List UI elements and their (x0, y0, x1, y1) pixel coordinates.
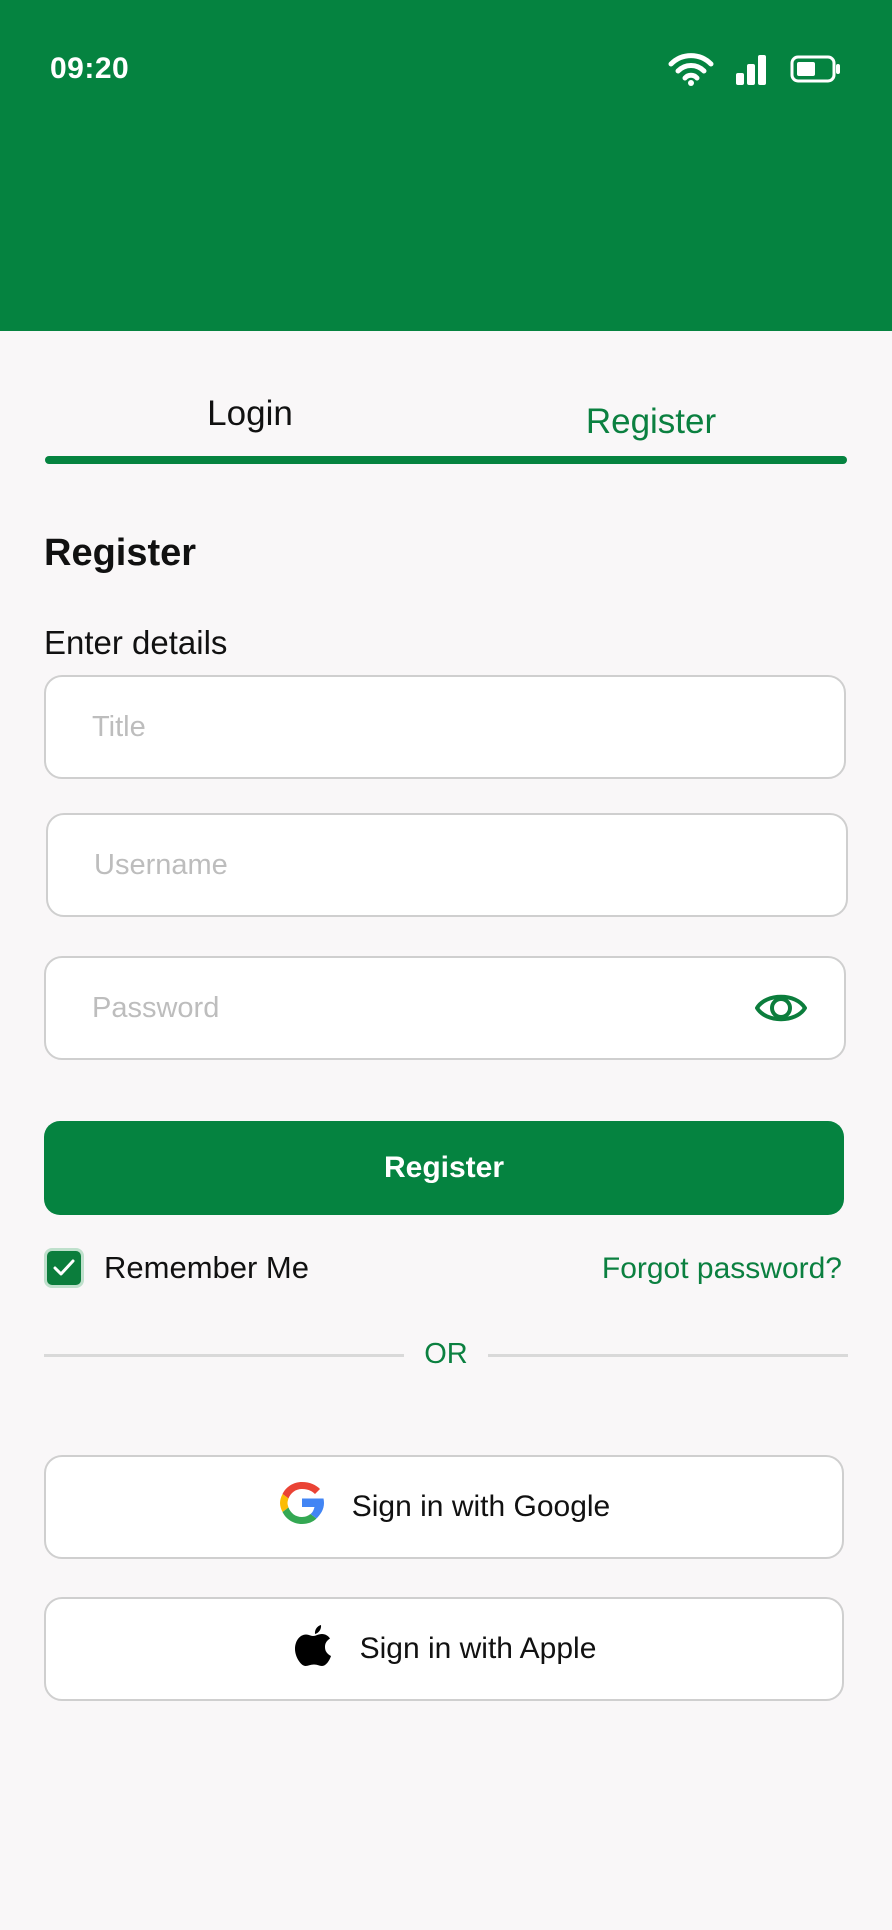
divider-line-left (44, 1354, 404, 1357)
google-icon (278, 1479, 326, 1535)
forgot-password-link[interactable]: Forgot password? (602, 1252, 842, 1286)
password-input[interactable] (92, 991, 734, 1025)
status-icons (668, 52, 842, 86)
username-field-wrapper (46, 813, 848, 917)
username-input[interactable] (94, 848, 846, 882)
title-field-wrapper (44, 675, 846, 779)
status-time: 09:20 (50, 52, 130, 85)
form-subtitle: Enter details (44, 624, 228, 661)
remember-label: Remember Me (104, 1250, 309, 1285)
divider-line-right (488, 1354, 848, 1357)
remember-me: Remember Me (44, 1248, 309, 1288)
remember-checkbox[interactable] (44, 1248, 84, 1288)
tab-login[interactable]: Login (45, 374, 455, 454)
password-field-wrapper (44, 956, 846, 1060)
apple-icon (292, 1621, 334, 1677)
form-title: Register (44, 532, 197, 574)
register-button[interactable]: Register (44, 1121, 844, 1215)
header-banner: 09:20 (0, 0, 892, 331)
apple-signin-button[interactable]: Sign in with Apple (44, 1597, 844, 1701)
battery-icon (790, 55, 842, 83)
title-input[interactable] (92, 710, 844, 744)
wifi-icon (668, 52, 714, 86)
google-signin-button[interactable]: Sign in with Google (44, 1455, 844, 1559)
divider-or: OR (424, 1338, 468, 1370)
tab-underline (45, 456, 847, 464)
google-signin-label: Sign in with Google (351, 1490, 611, 1523)
eye-icon[interactable] (754, 986, 808, 1035)
tab-register[interactable]: Register (455, 382, 847, 462)
check-icon (53, 1259, 75, 1276)
auth-tabs: Login Register (45, 380, 847, 472)
signal-icon (736, 53, 768, 85)
apple-signin-label: Sign in with Apple (359, 1632, 597, 1665)
